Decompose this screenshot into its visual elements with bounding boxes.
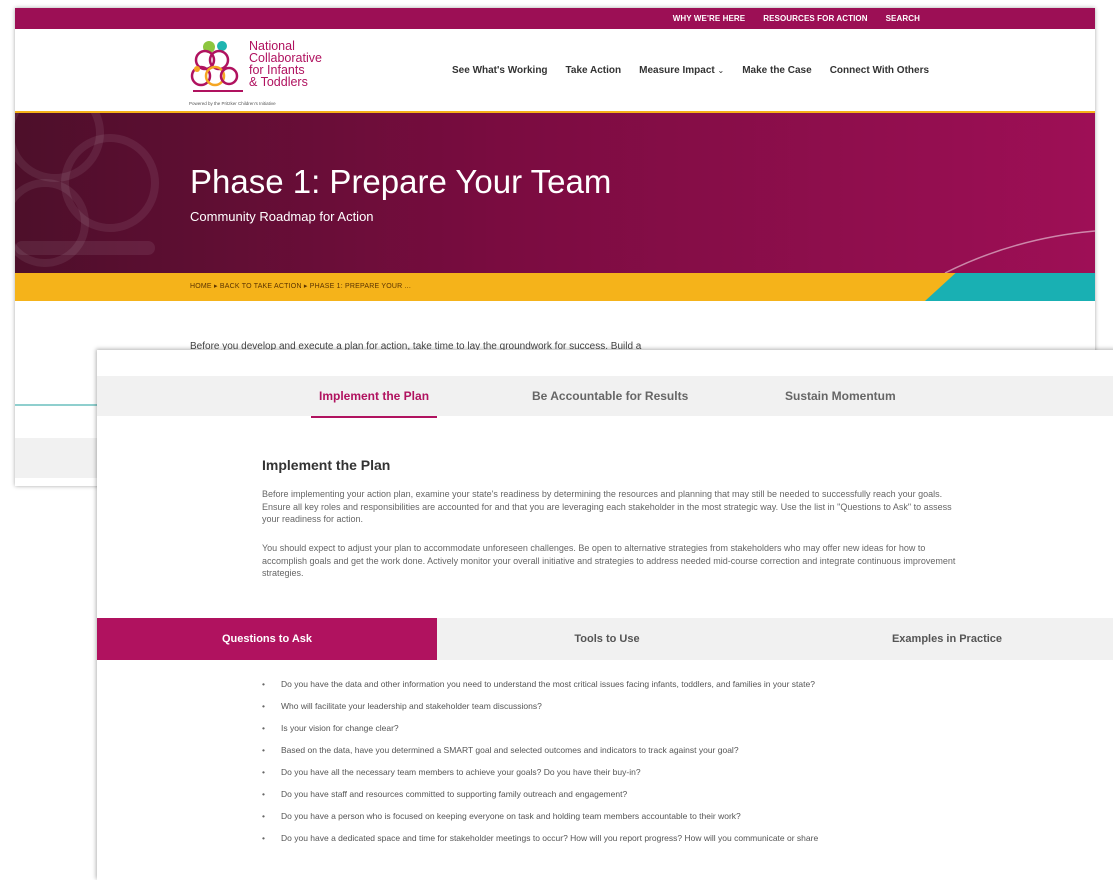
list-item: Do you have all the necessary team membe… — [262, 766, 942, 778]
list-item: Do you have staff and resources committe… — [262, 788, 942, 800]
nav-make-the-case[interactable]: Make the Case — [742, 65, 811, 76]
teal-accent-stripe — [925, 273, 1095, 301]
utility-link-search[interactable]: SEARCH — [886, 14, 920, 23]
nav-see-whats-working[interactable]: See What's Working — [452, 65, 548, 76]
breadcrumb-back-to-take-action[interactable]: BACK TO TAKE ACTION — [220, 283, 302, 290]
section-paragraph-1: Before implementing your action plan, ex… — [262, 489, 952, 525]
breadcrumb: HOME ▸ BACK TO TAKE ACTION ▸ PHASE 1: PR… — [190, 282, 411, 290]
list-item: Is your vision for change clear? — [262, 722, 942, 734]
list-item: Do you have the data and other informati… — [262, 678, 942, 690]
list-item: Do you have a person who is focused on k… — [262, 810, 942, 822]
questions-list: Do you have the data and other informati… — [262, 678, 942, 854]
list-item: Do you have a dedicated space and time f… — [262, 832, 942, 844]
chevron-down-icon: ⌄ — [717, 66, 725, 75]
list-item: Based on the data, have you determined a… — [262, 744, 942, 756]
breadcrumb-home[interactable]: HOME — [190, 283, 212, 290]
tab-sustain-momentum[interactable]: Sustain Momentum — [785, 389, 896, 403]
utility-nav: WHY WE'RE HERE RESOURCES FOR ACTION SEAR… — [15, 8, 1095, 29]
site-logo[interactable]: National Collaborative for Infants & Tod… — [189, 38, 349, 106]
tab-questions-to-ask[interactable]: Questions to Ask — [97, 618, 437, 660]
foreground-page-window: Implement the Plan Be Accountable for Re… — [97, 350, 1113, 880]
hero-banner: Phase 1: Prepare Your Team Community Roa… — [15, 113, 1095, 273]
utility-link-why[interactable]: WHY WE'RE HERE — [673, 14, 746, 23]
section-heading: Implement the Plan — [262, 457, 391, 473]
nav-take-action[interactable]: Take Action — [566, 65, 622, 76]
logo-wordmark: National Collaborative for Infants & Tod… — [249, 40, 322, 89]
nav-measure-impact-label: Measure Impact — [639, 65, 715, 76]
logo-tagline: Powered by the Pritzker Children's Initi… — [189, 101, 276, 106]
gray-panel — [15, 438, 105, 478]
phase-tabs: Implement the Plan Be Accountable for Re… — [97, 376, 1113, 418]
breadcrumb-bar: HOME ▸ BACK TO TAKE ACTION ▸ PHASE 1: PR… — [15, 273, 1095, 301]
breadcrumb-separator-icon: ▸ — [303, 283, 308, 290]
section-paragraph-2: You should expect to adjust your plan to… — [262, 543, 956, 579]
nav-measure-impact[interactable]: Measure Impact ⌄ — [639, 65, 724, 76]
page-subtitle: Community Roadmap for Action — [190, 209, 374, 224]
divider — [15, 404, 105, 406]
logo-line-4: & Toddlers — [249, 75, 308, 89]
breadcrumb-separator-icon: ▸ — [213, 283, 218, 290]
nav-connect-with-others[interactable]: Connect With Others — [830, 65, 929, 76]
resource-tabs: Questions to Ask Tools to Use Examples i… — [97, 618, 1113, 660]
main-nav: See What's Working Take Action Measure I… — [452, 65, 929, 76]
breadcrumb-current: PHASE 1: PREPARE YOUR ... — [309, 283, 411, 290]
tab-tools-to-use[interactable]: Tools to Use — [437, 618, 777, 660]
list-item: Who will facilitate your leadership and … — [262, 700, 942, 712]
tab-be-accountable[interactable]: Be Accountable for Results — [532, 389, 688, 403]
tab-implement-the-plan[interactable]: Implement the Plan — [310, 389, 438, 418]
tab-examples-in-practice[interactable]: Examples in Practice — [777, 618, 1113, 660]
page-title: Phase 1: Prepare Your Team — [190, 163, 612, 200]
logo-mark-icon — [190, 41, 243, 92]
site-header: National Collaborative for Infants & Tod… — [15, 29, 1095, 113]
utility-link-resources[interactable]: RESOURCES FOR ACTION — [763, 14, 867, 23]
